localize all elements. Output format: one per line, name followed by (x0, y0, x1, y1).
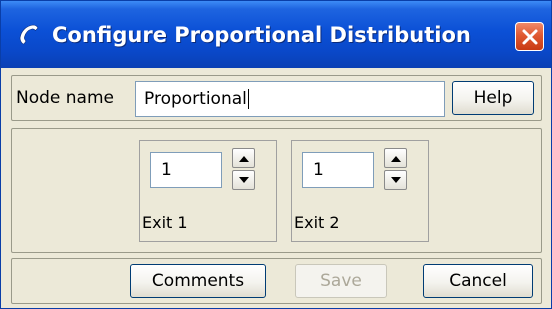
cancel-button[interactable]: Cancel (423, 264, 533, 298)
exits-panel: 1 Exit 1 1 Exit 2 (11, 128, 542, 253)
arrow-up-icon (239, 156, 249, 162)
exit-2-label: Exit 2 (294, 213, 340, 232)
window-title: Configure Proportional Distribution (52, 23, 471, 47)
exit-2-decrement-button[interactable] (384, 170, 407, 190)
dialog-button-row: Comments Save Cancel (11, 258, 542, 304)
exit-2-increment-button[interactable] (384, 148, 407, 168)
save-button[interactable]: Save (295, 264, 387, 298)
arrow-up-icon (391, 156, 401, 162)
exit-1-increment-button[interactable] (232, 148, 255, 168)
title-bar[interactable]: Configure Proportional Distribution (1, 1, 551, 68)
configure-dialog: Configure Proportional Distribution Node… (0, 0, 552, 309)
node-name-input[interactable]: Proportional (135, 81, 445, 117)
exit-panel-2: 1 Exit 2 (291, 140, 429, 242)
node-name-label: Node name (16, 88, 114, 108)
exit-2-value-field[interactable]: 1 (302, 152, 374, 188)
help-button[interactable]: Help (452, 81, 534, 115)
arrow-down-icon (239, 177, 249, 183)
arrow-down-icon (391, 177, 401, 183)
exit-1-value-field[interactable]: 1 (150, 152, 222, 188)
exit-panel-1: 1 Exit 1 (139, 140, 277, 242)
exit-1-label: Exit 1 (142, 213, 188, 232)
exit-1-decrement-button[interactable] (232, 170, 255, 190)
close-button[interactable] (515, 22, 544, 51)
close-icon (522, 29, 538, 45)
handset-icon (16, 23, 40, 47)
node-name-value: Proportional (144, 89, 247, 109)
comments-button[interactable]: Comments (130, 264, 266, 298)
node-name-row: Node name Proportional Help (11, 75, 542, 121)
